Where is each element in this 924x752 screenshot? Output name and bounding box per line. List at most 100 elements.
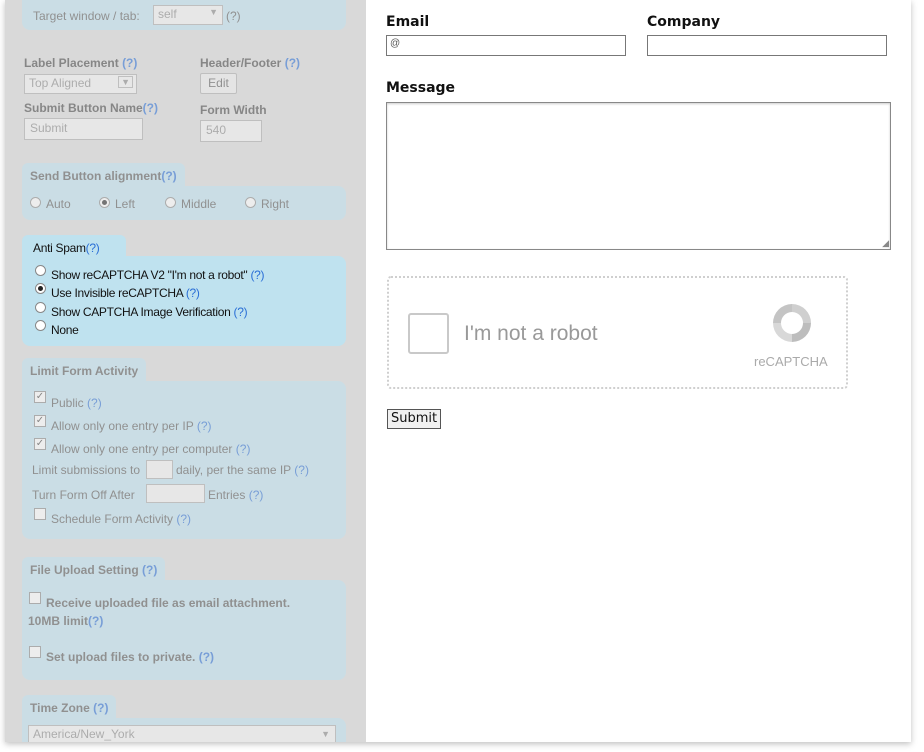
turn-off-suffix: Entries (?) bbox=[208, 488, 263, 502]
company-input[interactable] bbox=[647, 35, 887, 56]
timezone-tab: Time Zone (?) bbox=[22, 695, 117, 719]
turn-off-prefix: Turn Form Off After bbox=[32, 488, 135, 502]
chevron-down-icon: ▼ bbox=[321, 729, 330, 739]
upload-title: File Upload Setting bbox=[30, 563, 139, 577]
anti-spam-help[interactable]: (?) bbox=[86, 241, 100, 255]
chevron-down-icon: ▼ bbox=[118, 76, 133, 88]
none-radio[interactable] bbox=[35, 320, 46, 331]
resize-handle-icon[interactable]: ◢ bbox=[882, 238, 889, 249]
target-select-value: self bbox=[158, 7, 177, 21]
one-ip-help[interactable]: (?) bbox=[197, 419, 212, 433]
schedule-option: Schedule Form Activity (?) bbox=[51, 512, 191, 526]
attach-help[interactable]: (?) bbox=[88, 614, 103, 628]
align-middle-label: Middle bbox=[181, 197, 217, 211]
timezone-help[interactable]: (?) bbox=[93, 701, 108, 715]
send-alignment-help[interactable]: (?) bbox=[161, 169, 176, 183]
one-computer-label: Allow only one entry per computer bbox=[51, 442, 233, 456]
attach-checkbox[interactable] bbox=[29, 592, 41, 604]
limit-suffix-text: daily, per the same IP bbox=[176, 463, 291, 477]
private-help[interactable]: (?) bbox=[199, 650, 214, 664]
attach-line1: Receive uploaded file as email attachmen… bbox=[46, 596, 291, 610]
company-label: Company bbox=[647, 14, 721, 30]
send-alignment-title: Send Button alignment bbox=[30, 169, 162, 183]
one-computer-checkbox[interactable]: ✓ bbox=[34, 438, 46, 450]
captcha-image-help[interactable]: (?) bbox=[234, 305, 248, 319]
invisible-recaptcha-radio[interactable] bbox=[35, 283, 46, 294]
limit-submissions-input[interactable] bbox=[146, 460, 173, 479]
schedule-checkbox[interactable] bbox=[34, 508, 46, 520]
recaptcha-v2-option: Show reCAPTCHA V2 "I'm not a robot" (?) bbox=[51, 268, 265, 282]
captcha-image-radio[interactable] bbox=[35, 302, 46, 313]
message-label: Message bbox=[386, 80, 456, 96]
recaptcha-checkbox[interactable] bbox=[408, 313, 449, 354]
label-placement-label: Label Placement (?) bbox=[24, 56, 137, 70]
align-left-radio[interactable] bbox=[99, 197, 110, 208]
label-placement-text: Label Placement bbox=[24, 56, 119, 70]
label-placement-select[interactable]: Top Aligned ▼ bbox=[24, 74, 137, 94]
align-right-radio[interactable] bbox=[245, 197, 256, 208]
limit-tab: Limit Form Activity bbox=[22, 358, 147, 382]
attach-line2: 10MB limit(?) bbox=[28, 614, 103, 628]
form-preview: Email @ Company Message ◢ I'm not a robo… bbox=[366, 0, 911, 742]
email-label: Email bbox=[386, 14, 430, 30]
align-auto-radio[interactable] bbox=[30, 197, 41, 208]
recaptcha-text: I'm not a robot bbox=[464, 322, 598, 345]
one-computer-help[interactable]: (?) bbox=[236, 442, 251, 456]
send-alignment-tab: Send Button alignment(?) bbox=[22, 163, 185, 187]
invisible-recaptcha-help[interactable]: (?) bbox=[186, 286, 200, 300]
header-footer-edit-button[interactable]: Edit bbox=[200, 73, 237, 94]
recaptcha-logo-icon bbox=[773, 304, 811, 342]
target-label: Target window / tab: bbox=[33, 9, 140, 23]
recaptcha-v2-radio[interactable] bbox=[35, 265, 46, 276]
limit-submissions-prefix: Limit submissions to bbox=[32, 463, 141, 477]
submit-name-label: Submit Button Name(?) bbox=[24, 101, 158, 115]
captcha-image-option: Show CAPTCHA Image Verification (?) bbox=[51, 305, 248, 319]
turn-off-help[interactable]: (?) bbox=[249, 488, 264, 502]
label-placement-value: Top Aligned bbox=[29, 76, 92, 90]
submit-button[interactable]: Submit bbox=[387, 409, 442, 429]
email-input[interactable]: @ bbox=[386, 35, 626, 56]
schedule-label: Schedule Form Activity bbox=[51, 512, 174, 526]
public-help[interactable]: (?) bbox=[87, 396, 102, 410]
limit-help[interactable]: (?) bbox=[294, 463, 309, 477]
header-footer-help[interactable]: (?) bbox=[285, 56, 300, 70]
turn-off-suffix-text: Entries bbox=[208, 488, 246, 502]
one-ip-option: Allow only one entry per IP (?) bbox=[51, 419, 212, 433]
recaptcha-widget: I'm not a robot reCAPTCHA bbox=[387, 276, 848, 389]
target-select[interactable]: self ▼ bbox=[153, 5, 223, 25]
align-right-label: Right bbox=[261, 197, 290, 211]
public-option: Public (?) bbox=[51, 396, 102, 410]
form-width-label: Form Width bbox=[200, 103, 267, 117]
message-textarea[interactable]: ◢ bbox=[386, 102, 891, 250]
attach-limit-text: 10MB limit bbox=[28, 614, 89, 628]
one-ip-checkbox[interactable]: ✓ bbox=[34, 415, 46, 427]
chevron-down-icon: ▼ bbox=[209, 7, 218, 17]
header-footer-text: Header/Footer bbox=[200, 56, 282, 70]
form-width-input[interactable]: 540 bbox=[200, 120, 262, 142]
private-label: Set upload files to private. bbox=[46, 650, 196, 664]
submit-name-input[interactable]: Submit bbox=[24, 118, 143, 140]
public-checkbox[interactable]: ✓ bbox=[34, 391, 46, 403]
public-label: Public bbox=[51, 396, 84, 410]
one-computer-option: Allow only one entry per computer (?) bbox=[51, 442, 250, 456]
upload-section bbox=[22, 580, 346, 680]
schedule-help[interactable]: (?) bbox=[176, 512, 191, 526]
label-placement-help[interactable]: (?) bbox=[122, 56, 137, 70]
recaptcha-v2-help[interactable]: (?) bbox=[250, 268, 264, 282]
invisible-recaptcha-option: Use Invisible reCAPTCHA (?) bbox=[51, 286, 200, 300]
align-left-label: Left bbox=[115, 197, 136, 211]
upload-help[interactable]: (?) bbox=[142, 563, 157, 577]
header-footer-label: Header/Footer (?) bbox=[200, 56, 300, 70]
recaptcha-brand: reCAPTCHA bbox=[754, 354, 828, 369]
align-middle-radio[interactable] bbox=[165, 197, 176, 208]
timezone-title: Time Zone bbox=[30, 701, 90, 715]
submit-name-text: Submit Button Name bbox=[24, 101, 143, 115]
private-checkbox[interactable] bbox=[29, 646, 41, 658]
target-help-link[interactable]: (?) bbox=[226, 9, 241, 23]
timezone-value: America/New_York bbox=[33, 727, 135, 741]
none-label: None bbox=[51, 323, 79, 337]
align-auto-label: Auto bbox=[46, 197, 71, 211]
submit-name-help[interactable]: (?) bbox=[143, 101, 158, 115]
turn-off-input[interactable] bbox=[146, 484, 205, 503]
timezone-select[interactable]: America/New_York ▼ bbox=[28, 725, 336, 742]
